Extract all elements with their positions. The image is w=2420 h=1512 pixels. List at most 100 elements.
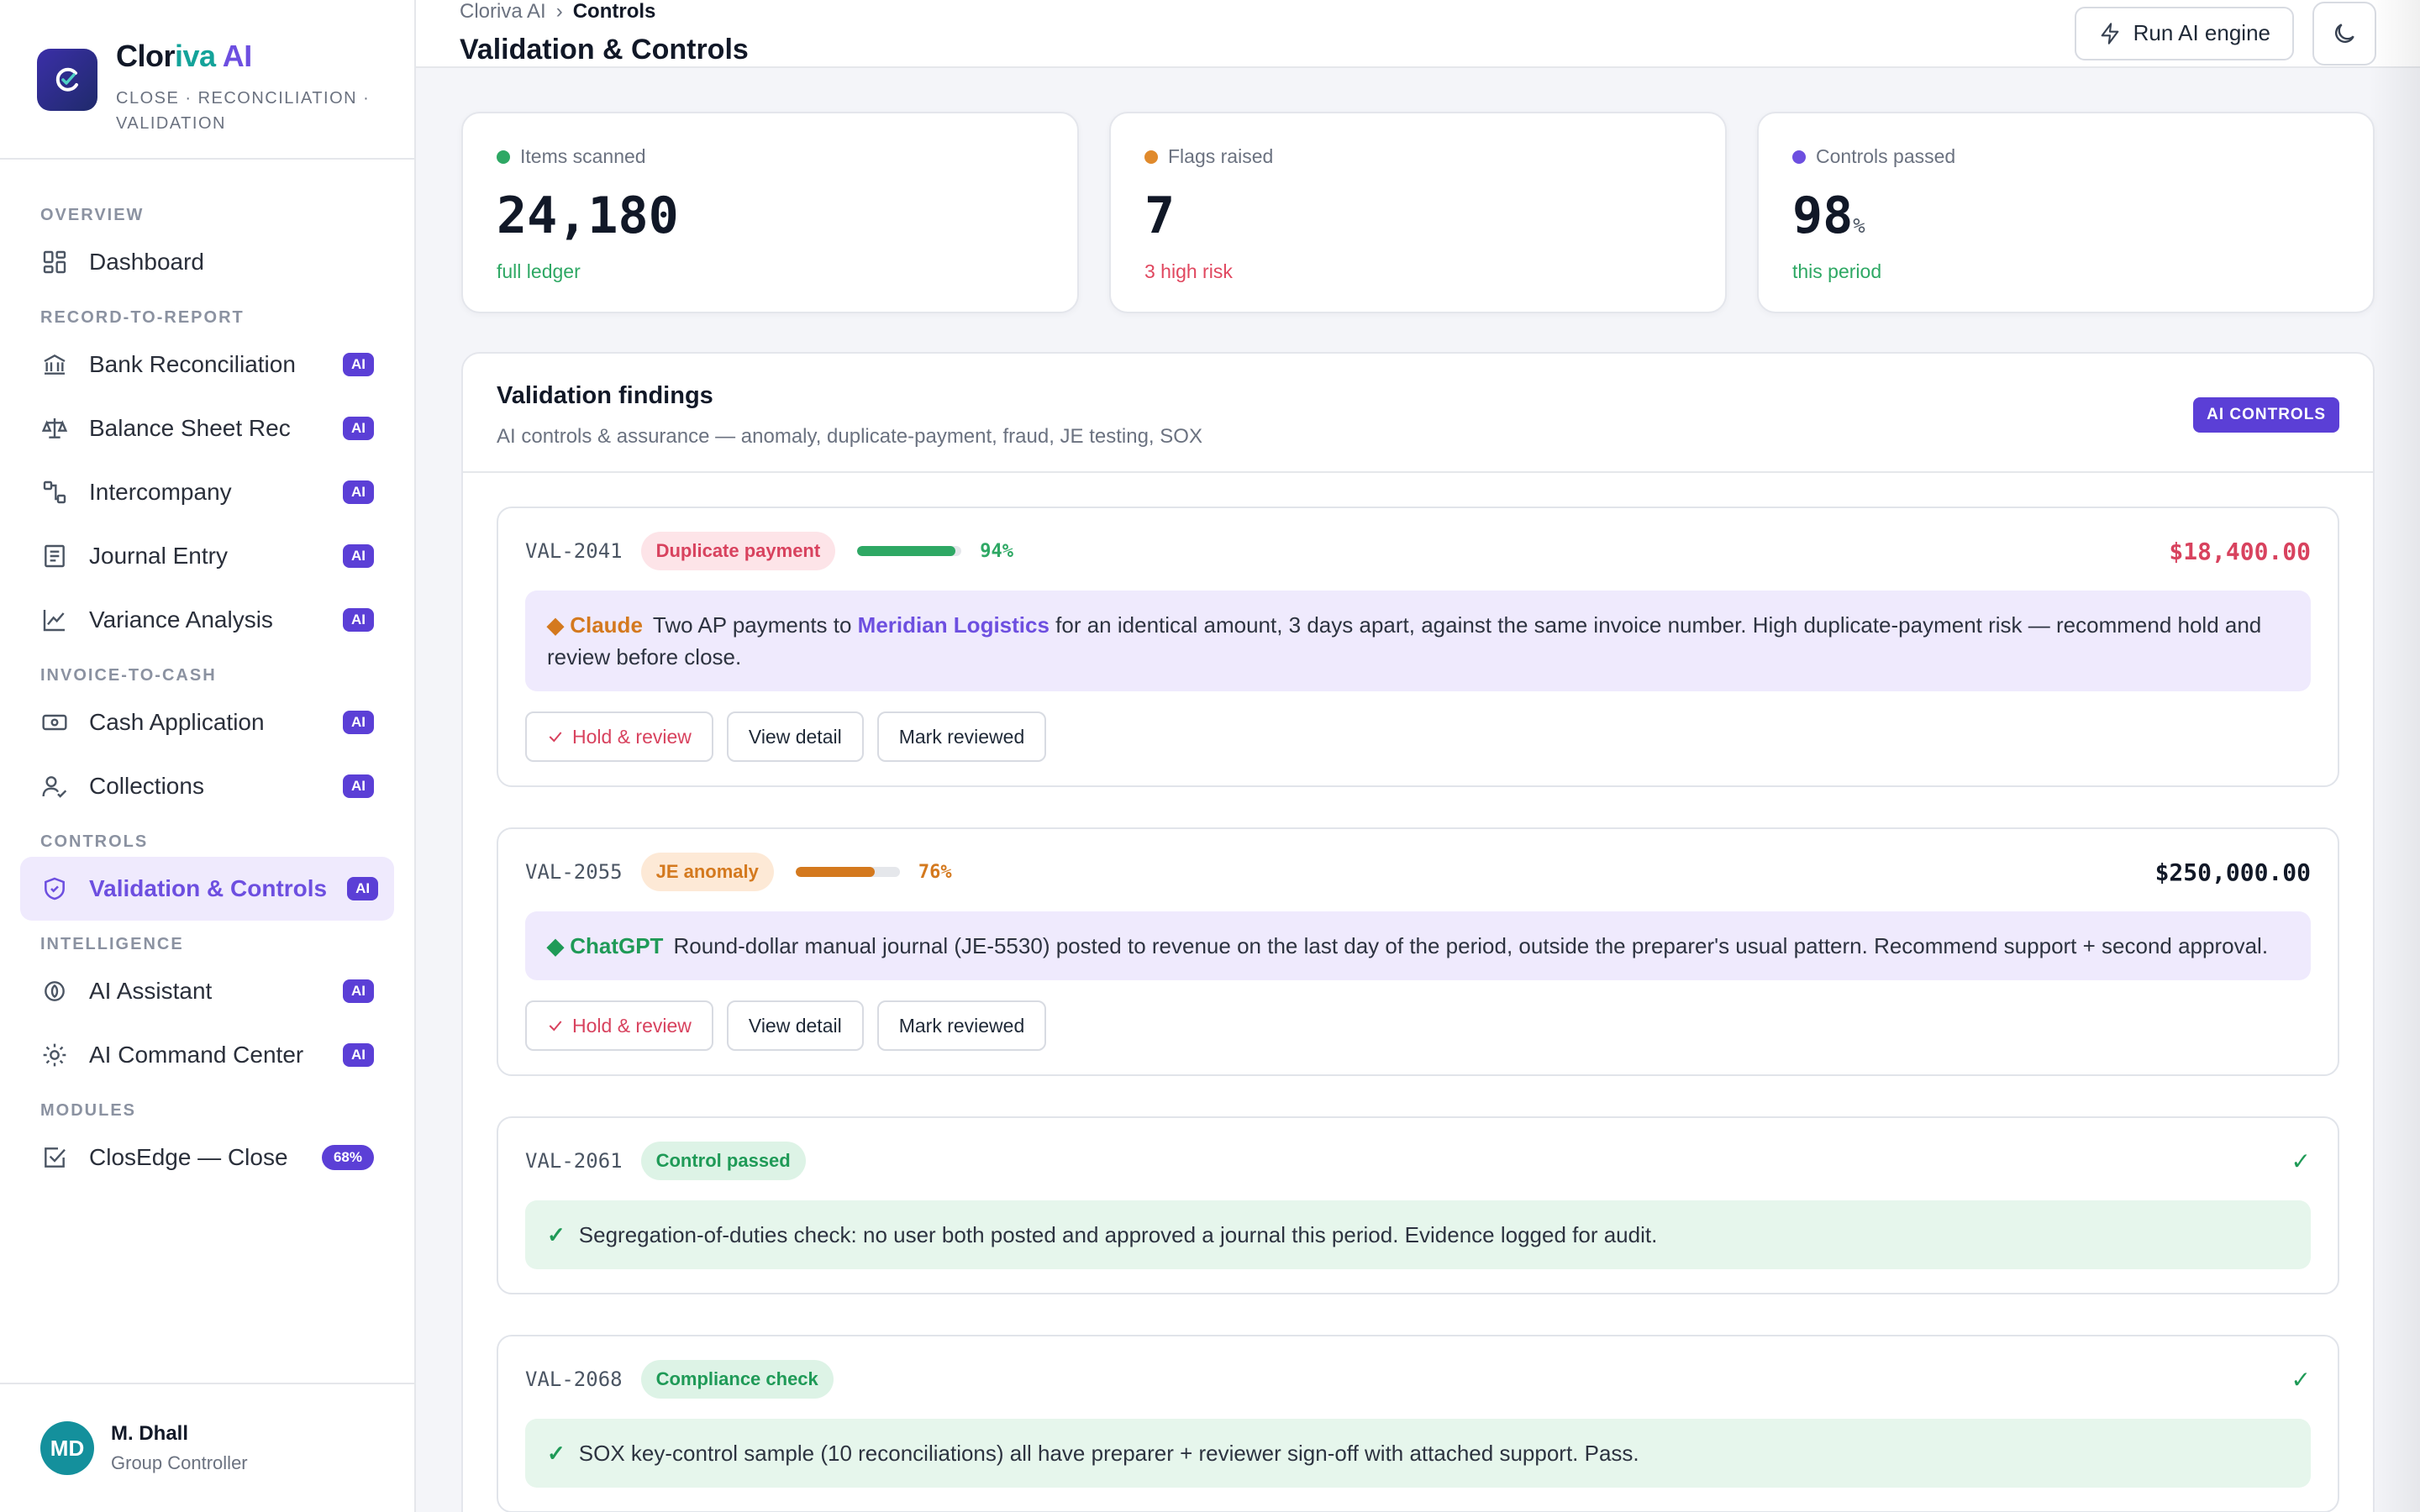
- run-ai-engine-label: Run AI engine: [2133, 20, 2270, 45]
- vendor-link[interactable]: Meridian Logistics: [858, 612, 1050, 638]
- brand-logo: [37, 49, 97, 111]
- brand[interactable]: Cloriva AI CLOSE · RECONCILIATION · VALI…: [0, 0, 414, 160]
- hold-review-button[interactable]: Hold & review: [525, 1000, 713, 1051]
- ai-badge: AI: [343, 711, 374, 734]
- finding-card: VAL-2061 Control passed ✓ ✓ Segregation-o…: [497, 1116, 2339, 1294]
- finding-id: VAL-2068: [525, 1368, 623, 1391]
- explanation-text: Two AP payments to: [652, 612, 858, 638]
- finding-type-chip: JE anomaly: [640, 853, 774, 891]
- ai-badge: AI: [347, 877, 379, 900]
- sidebar-item-intercompany[interactable]: Intercompany AI: [20, 460, 394, 524]
- stat-label: Items scanned: [497, 145, 1044, 168]
- confidence-bar-fill: [857, 546, 955, 556]
- check-icon: [549, 1021, 562, 1032]
- finding-note: ✓ Segregation-of-duties check: no user bo…: [525, 1200, 2311, 1269]
- ai-controls-tag: AI CONTROLS: [2193, 397, 2339, 433]
- finding-header: VAL-2061 Control passed ✓: [525, 1142, 2311, 1180]
- stat-label: Controls passed: [1792, 145, 2339, 168]
- sidebar-item-closedge[interactable]: ClosEdge — Close 68%: [20, 1126, 394, 1189]
- top-actions: Run AI engine: [2074, 1, 2376, 66]
- stat-label-text: Items scanned: [520, 145, 646, 167]
- topbar: Cloriva AI › Controls Validation & Contr…: [416, 0, 2420, 68]
- stat-value-number: 24,180: [497, 186, 679, 245]
- finding-actions: Hold & review View detail Mark reviewed: [525, 1000, 2311, 1051]
- line-chart-icon: [40, 606, 69, 634]
- stat-sub: full ledger: [497, 260, 581, 282]
- sidebar-item-label: Journal Entry: [89, 543, 228, 569]
- finding-actions: Hold & review View detail Mark reviewed: [525, 711, 2311, 762]
- hold-review-label: Hold & review: [572, 725, 692, 748]
- mark-reviewed-button[interactable]: Mark reviewed: [876, 711, 1047, 762]
- check-icon: ✓: [547, 1222, 566, 1247]
- sidebar-item-label: Bank Reconciliation: [89, 351, 296, 377]
- stat-value-number: 7: [1144, 186, 1176, 245]
- sidebar-item-variance-analysis[interactable]: Variance Analysis AI: [20, 588, 394, 652]
- breadcrumb-current: Controls: [572, 0, 656, 23]
- sidebar-item-label: Dashboard: [89, 249, 204, 275]
- theme-toggle-button[interactable]: [2312, 1, 2376, 66]
- finding-header: VAL-2041 Duplicate payment 94% $18,400.0…: [525, 532, 2311, 570]
- sidebar-item-cash-application[interactable]: Cash Application AI: [20, 690, 394, 754]
- nav-section-intelligence: INTELLIGENCE: [40, 935, 184, 953]
- ai-badge: AI: [343, 480, 374, 504]
- ai-explanation: ◆ ChatGPT Round-dollar manual journal (JE…: [525, 911, 2311, 980]
- progress-badge: 68%: [321, 1145, 374, 1170]
- app-root: Cloriva AI CLOSE · RECONCILIATION · VALI…: [0, 0, 2420, 1512]
- stat-value: 7: [1144, 186, 1691, 245]
- ai-assistant-icon: [40, 977, 69, 1005]
- sidebar-item-balance-sheet-rec[interactable]: Balance Sheet Rec AI: [20, 396, 394, 460]
- intercompany-icon: [40, 478, 69, 507]
- logo-check-icon: [55, 67, 78, 92]
- hold-review-button[interactable]: Hold & review: [525, 711, 713, 762]
- panel-subtitle: AI controls & assurance — anomaly, dupli…: [497, 425, 1202, 448]
- stat-card-items-scanned: Items scanned 24,180 full ledger: [461, 112, 1079, 313]
- sidebar-item-collections[interactable]: Collections AI: [20, 754, 394, 818]
- sidebar-item-label: Variance Analysis: [89, 606, 273, 633]
- confidence-value: 76%: [918, 861, 952, 883]
- check-icon: ✓: [547, 1441, 566, 1466]
- nav-section-i2c: INVOICE-TO-CASH: [40, 666, 217, 685]
- user-profile[interactable]: MD M. Dhall Group Controller: [0, 1383, 414, 1512]
- hold-review-label: Hold & review: [572, 1014, 692, 1037]
- sidebar-item-dashboard[interactable]: Dashboard: [20, 230, 394, 294]
- finding-id: VAL-2055: [525, 860, 623, 884]
- ai-badge: AI: [343, 774, 374, 798]
- sidebar-item-validation-controls[interactable]: Validation & Controls AI: [20, 857, 394, 921]
- sidebar-item-label: Intercompany: [89, 479, 232, 505]
- nav-section-r2r: RECORD-TO-REPORT: [40, 308, 245, 327]
- stat-sub: 3 high risk: [1144, 260, 1233, 282]
- view-detail-button[interactable]: View detail: [726, 1000, 864, 1051]
- stat-value: 24,180: [497, 186, 1044, 245]
- finding-card: VAL-2068 Compliance check ✓ ✓ SOX key-con…: [497, 1335, 2339, 1512]
- nav-section-overview: OVERVIEW: [40, 206, 145, 224]
- sidebar-item-label: AI Assistant: [89, 978, 213, 1004]
- finding-card: VAL-2055 JE anomaly 76% $250,000.00 ◆ Ch…: [497, 827, 2339, 1076]
- sidebar-item-bank-reconciliation[interactable]: Bank Reconciliation AI: [20, 333, 394, 396]
- sidebar-item-label: Cash Application: [89, 709, 265, 735]
- ai-badge: AI: [343, 979, 374, 1003]
- stat-card-controls-passed: Controls passed 98% this period: [1757, 112, 2375, 313]
- ai-explanation: ◆ Claude Two AP payments to Meridian Logi…: [525, 591, 2311, 691]
- user-check-icon: [40, 772, 69, 801]
- stats-row: Items scanned 24,180 full ledger Flags r…: [461, 112, 2375, 313]
- confidence-bar: [795, 867, 900, 877]
- finding-note: ✓ SOX key-control sample (10 reconciliati…: [525, 1419, 2311, 1488]
- status-dot: [1144, 150, 1158, 164]
- content: Items scanned 24,180 full ledger Flags r…: [416, 68, 2420, 1512]
- run-ai-engine-button[interactable]: Run AI engine: [2074, 6, 2294, 60]
- sidebar-item-ai-assistant[interactable]: AI Assistant AI: [20, 959, 394, 1023]
- view-detail-button[interactable]: View detail: [726, 711, 864, 762]
- breadcrumb-root[interactable]: Cloriva AI: [460, 0, 546, 24]
- panel-header: Validation findings AI controls & assura…: [463, 354, 2373, 473]
- sidebar-item-journal-entry[interactable]: Journal Entry AI: [20, 524, 394, 588]
- sidebar-item-label: ClosEdge — Close: [89, 1144, 288, 1170]
- note-text: Segregation-of-duties check: no user bot…: [578, 1222, 1658, 1247]
- stat-card-flags-raised: Flags raised 7 3 high risk: [1109, 112, 1727, 313]
- checkbox-icon: [40, 1143, 69, 1172]
- ai-badge: AI: [343, 544, 374, 568]
- nav-section-controls: CONTROLS: [40, 832, 149, 851]
- sidebar-item-ai-command-center[interactable]: AI Command Center AI: [20, 1023, 394, 1087]
- finding-card: VAL-2041 Duplicate payment 94% $18,400.0…: [497, 507, 2339, 787]
- mark-reviewed-button[interactable]: Mark reviewed: [876, 1000, 1047, 1051]
- finding-amount: $18,400.00: [2169, 537, 2311, 565]
